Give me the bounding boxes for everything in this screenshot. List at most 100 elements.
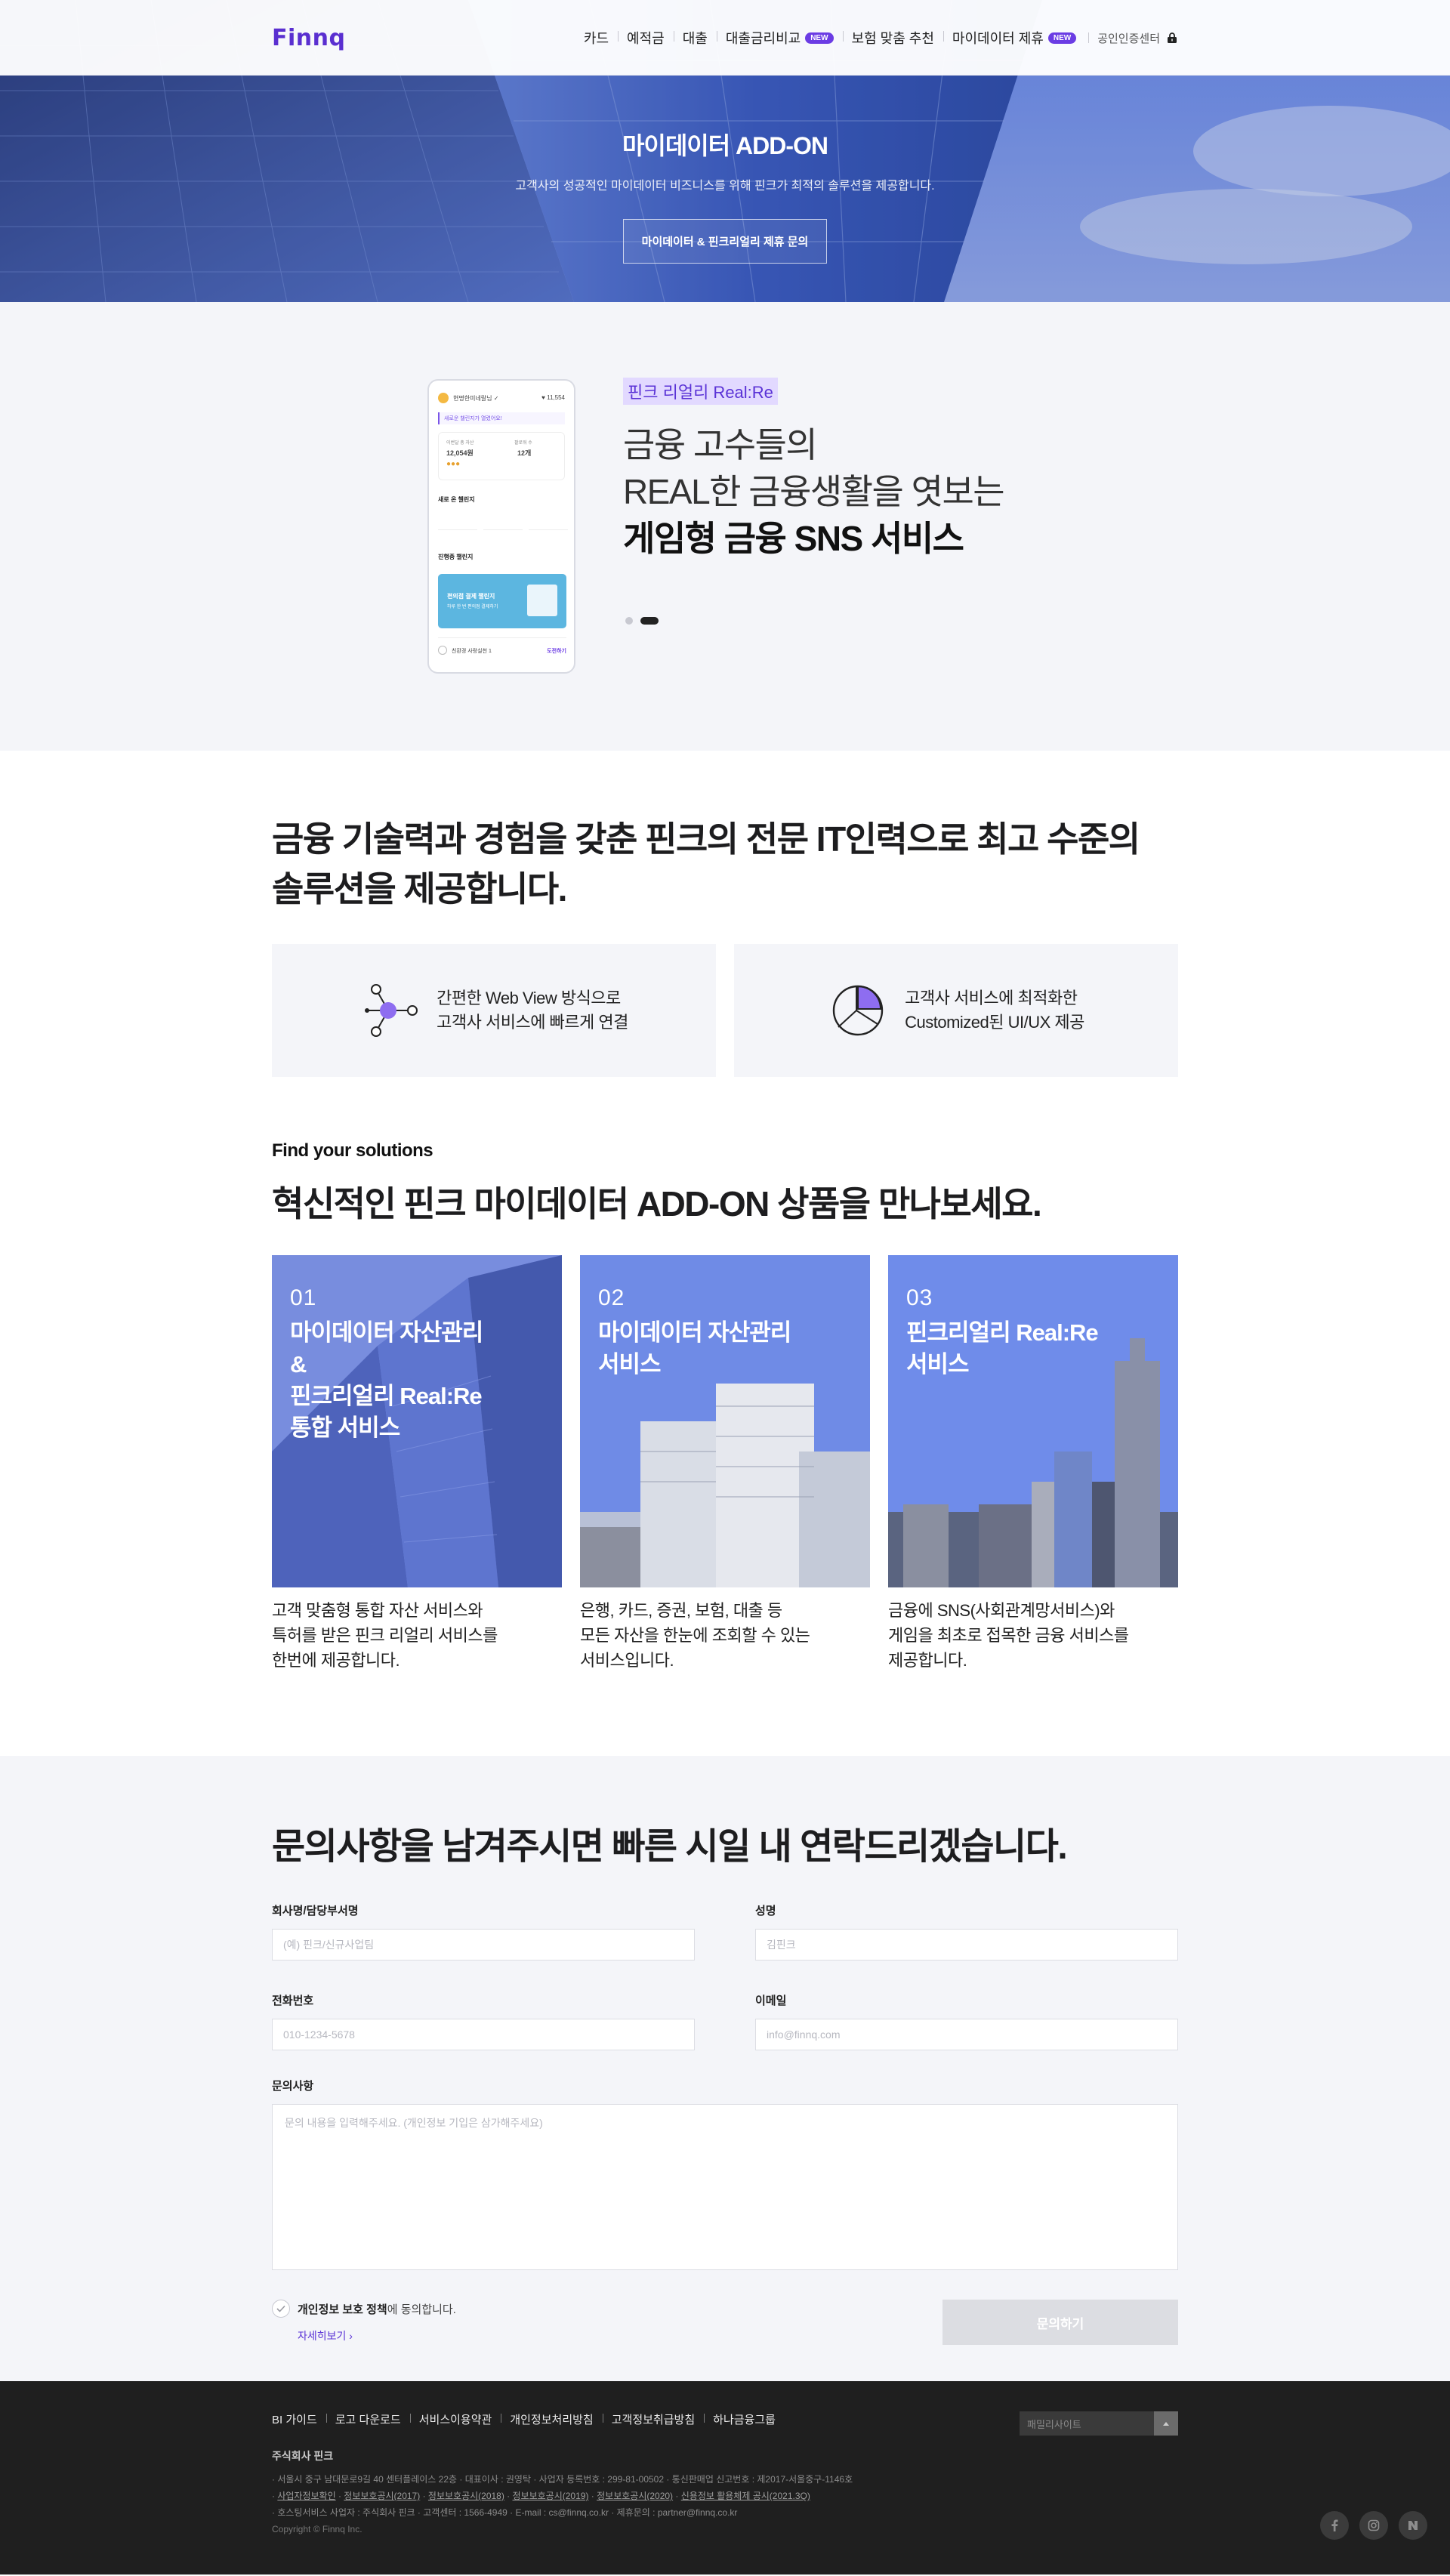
footer-info-line-2: · 사업자정보확인 · 정보보호공시(2017) · 정보보호공시(2018) … (272, 2491, 810, 2501)
contact-form: 회사명/담당부서명 성명 전화번호 이메일 (272, 1902, 1178, 2050)
solution-section: 금융 기술력과 경험을 갖춘 핀크의 전문 IT인력으로 최고 수준의 솔루션을… (0, 751, 1450, 1673)
credit-info-disclosure-link[interactable]: 신용정보 활용체제 공시(2021.3Q) (681, 2491, 810, 2501)
carousel-dot-2[interactable] (640, 617, 659, 625)
nav-label: 대출금리비교 (725, 31, 801, 46)
realre-tag: 핀크 리얼리 Real:Re (623, 378, 778, 405)
card-sub: 하루 한 번 편의점 결제하기 (447, 605, 498, 609)
circle-icon (438, 646, 447, 655)
feature-card-webview: 간편한 Web View 방식으로 고객사 서비스에 빠르게 연결 (272, 944, 716, 1077)
phone-user: 현명한미네랄님 ✓ (453, 394, 499, 402)
feature-text-webview: 간편한 Web View 방식으로 고객사 서비스에 빠르게 연결 (437, 986, 628, 1035)
social-links (1310, 2511, 1427, 2540)
nav-mydata[interactable]: 마이데이터 제휴 NEW (942, 28, 1085, 48)
name-label: 성명 (755, 1905, 776, 1917)
nav-cert-center[interactable]: 공인인증센터 (1088, 30, 1178, 46)
phone-points-value: 11,554 (547, 394, 565, 401)
phone-section-ongoing: 진행중 챌린지 (438, 554, 474, 560)
company-label: 회사명/담당부서명 (272, 1905, 359, 1917)
security-disclosure-2017-link[interactable]: 정보보호공시(2017) (344, 2491, 420, 2501)
realre-line-1: 금융 고수들의 (623, 425, 818, 464)
company-input[interactable] (272, 1929, 695, 1961)
product-image: 03 핀크리얼리 Real:Re 서비스 (888, 1255, 1178, 1587)
security-disclosure-2018-link[interactable]: 정보보호공시(2018) (428, 2491, 504, 2501)
stat1-label: 이번달 총 자산 (446, 441, 474, 446)
stat2-value: 12개 (517, 449, 532, 457)
message-textarea[interactable] (272, 2104, 1178, 2270)
security-disclosure-2020-link[interactable]: 정보보호공시(2020) (597, 2491, 673, 2501)
email-label: 이메일 (755, 1994, 787, 2007)
naver-blog-icon[interactable] (1399, 2511, 1427, 2540)
cert-label: 공인인증센터 (1097, 32, 1160, 45)
avatar (438, 393, 449, 403)
nav-card[interactable]: 카드 (575, 28, 618, 48)
find-solutions-label: Find your solutions (272, 1140, 433, 1161)
phone-label: 전화번호 (272, 1994, 314, 2007)
carousel-dot-1[interactable] (625, 617, 633, 625)
footer-link-terms[interactable]: 서비스이용약관 (409, 2411, 501, 2427)
footer-info-line-3: · 호스팅서비스 사업자 : 주식회사 핀크 · 고객센터 : 1566-494… (272, 2507, 738, 2518)
footer-link-customer-info-policy[interactable]: 고객정보취급방침 (602, 2411, 704, 2427)
footer-info: · 서울시 중구 남대문로9길 40 센터플레이스 22층 · 대표이사 : 권… (272, 2471, 1178, 2537)
phone-section-new: 새로 온 챌린지 (438, 496, 475, 503)
instagram-icon[interactable] (1359, 2511, 1388, 2540)
pie-chart-icon (832, 985, 884, 1036)
product-title: 마이데이터 자산관리 & 핀크리얼리 Real:Re 통합 서비스 (290, 1319, 483, 1441)
product-card-realre[interactable]: 03 핀크리얼리 Real:Re 서비스 금융에 SNS(사회관계망서비스)와 … (888, 1255, 1178, 1673)
submit-button[interactable]: 문의하기 (942, 2300, 1178, 2345)
product-number: 03 (906, 1285, 933, 1310)
contact-heading: 문의사항을 남겨주시면 빠른 시일 내 연락드리겠습니다. (272, 1827, 1068, 1867)
card-title: 편의점 결제 챌린지 (447, 593, 495, 600)
check-icon (272, 2300, 290, 2318)
nav-loan[interactable]: 대출 (673, 28, 717, 48)
business-info-link[interactable]: 사업자정보확인 (277, 2491, 335, 2501)
nav-insurance[interactable]: 보험 맞춤 추천 (842, 28, 943, 48)
facebook-icon[interactable] (1320, 2511, 1349, 2540)
footer-link-logo-download[interactable]: 로고 다운로드 (325, 2411, 410, 2427)
stat2-label: 팔로워 수 (514, 441, 532, 446)
carousel-pagination (625, 617, 659, 625)
nav-loan-rate-compare[interactable]: 대출금리비교 NEW (716, 28, 843, 48)
phone-challenge-list (438, 511, 568, 533)
security-disclosure-2019-link[interactable]: 정보보호공시(2019) (513, 2491, 589, 2501)
privacy-more-link[interactable]: 자세히보기 › (298, 2328, 456, 2343)
email-input[interactable] (755, 2019, 1178, 2050)
chevron-right-icon: › (349, 2330, 353, 2342)
partnership-inquiry-button[interactable]: 마이데이터 & 핀크리얼리 제휴 문의 (622, 219, 828, 264)
feature-text-customized: 고객사 서비스에 최적화한 Customized된 UI/UX 제공 (905, 986, 1084, 1035)
nav-savings[interactable]: 예적금 (618, 28, 674, 48)
new-badge: NEW (1047, 32, 1077, 44)
footer-info-line-1: · 서울시 중구 남대문로9길 40 센터플레이스 22층 · 대표이사 : 권… (272, 2474, 853, 2485)
phone-input[interactable] (272, 2019, 695, 2050)
product-card-asset[interactable]: 02 마이데이터 자산관리 서비스 은행, 카드, 증권, 보험, 대출 등 모… (580, 1255, 870, 1673)
copyright: Copyright © Finnq Inc. (272, 2524, 362, 2534)
privacy-agree-checkbox[interactable]: 개인정보 보호 정책 에 동의합니다. (272, 2300, 456, 2318)
product-image: 01 마이데이터 자산관리 & 핀크리얼리 Real:Re 통합 서비스 (272, 1255, 562, 1587)
agree-group: 개인정보 보호 정책 에 동의합니다. 자세히보기 › (272, 2300, 456, 2343)
company-field-group: 회사명/담당부서명 (272, 1902, 695, 1961)
more-label: 자세히보기 (298, 2330, 347, 2342)
coin-icon: ●●● (446, 460, 461, 468)
name-input[interactable] (755, 1929, 1178, 1961)
realre-line-3: 게임형 금융 SNS 서비스 (623, 519, 964, 558)
product-title: 마이데이터 자산관리 서비스 (598, 1319, 791, 1377)
network-node-icon (365, 984, 418, 1037)
agree-row: 개인정보 보호 정책 에 동의합니다. 자세히보기 › 문의하기 (272, 2300, 1178, 2345)
nav-label: 예적금 (627, 31, 665, 46)
store-illustration-icon (527, 585, 557, 616)
feature-card-customized: 고객사 서비스에 최적화한 Customized된 UI/UX 제공 (734, 944, 1178, 1077)
nav-label: 보험 맞춤 추천 (851, 31, 934, 46)
phone-challenge-card: 편의점 결제 챌린지 하루 한 번 편의점 결제하기 (438, 574, 566, 628)
challenge-button: 도전하기 (547, 649, 566, 654)
footer-link-hana-group[interactable]: 하나금융그룹 (704, 2411, 785, 2427)
bottom-label: 친환경 사랑실천 1 (452, 649, 492, 654)
hero-title: 마이데이터 ADD-ON (622, 132, 828, 159)
finnq-logo[interactable]: Finnq (272, 25, 345, 51)
family-site-select[interactable]: 패밀리사이트 (1020, 2411, 1178, 2436)
footer-link-bi-guide[interactable]: BI 가이드 (272, 2411, 326, 2427)
product-card-integrated[interactable]: 01 마이데이터 자산관리 & 핀크리얼리 Real:Re 통합 서비스 고객 … (272, 1255, 562, 1673)
feature-line: 고객사 서비스에 빠르게 연결 (437, 1013, 628, 1032)
hero-content: 마이데이터 ADD-ON 고객사의 성공적인 마이데이터 비즈니스를 위해 핀크… (0, 127, 1450, 264)
phone-bottom-row: 친환경 사랑실천 1 도전하기 (438, 637, 566, 660)
chevron-up-icon (1154, 2411, 1178, 2436)
footer-link-privacy-policy[interactable]: 개인정보처리방침 (501, 2411, 602, 2427)
